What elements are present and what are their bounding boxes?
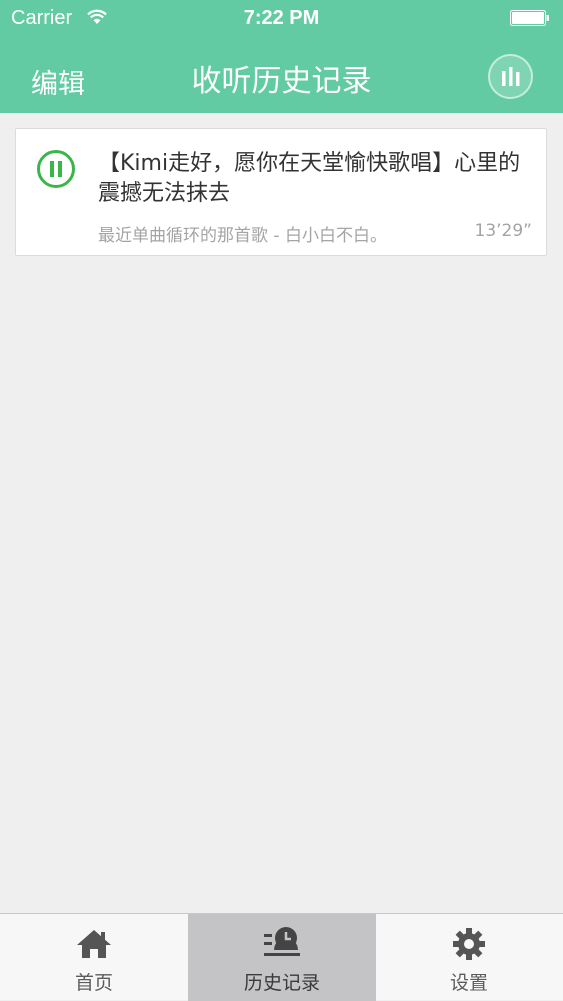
status-bar: Carrier 7:22 PM (0, 0, 563, 40)
header: Carrier 7:22 PM 编辑 收听历史记录 (0, 0, 563, 113)
tab-home[interactable]: 首页 (0, 914, 188, 1001)
tab-settings[interactable]: 设置 (375, 914, 563, 1001)
home-icon (77, 930, 111, 958)
track-album: 最近单曲循环的那首歌 - 白小白不白。 (98, 226, 387, 246)
history-icon (264, 927, 300, 956)
track-duration: 13’29” (474, 221, 532, 241)
gear-icon (453, 928, 485, 960)
tab-label: 设置 (449, 972, 488, 994)
tab-label: 首页 (74, 972, 113, 994)
history-item[interactable]: 【Kimi走好，愿你在天堂愉快歌唱】心里的震撼无法抹去 最近单曲循环的那首歌 -… (15, 128, 547, 256)
battery-icon (510, 10, 549, 26)
tab-history[interactable]: 历史记录 (188, 914, 376, 1001)
track-title: 【Kimi走好，愿你在天堂愉快歌唱】心里的震撼无法抹去 (98, 151, 521, 206)
pause-icon[interactable] (36, 149, 76, 189)
tab-bar: 首页 历史记录 设置 (0, 913, 563, 1001)
tab-label: 历史记录 (243, 972, 320, 994)
navigation-bar: 编辑 收听历史记录 (0, 40, 563, 113)
now-playing-button[interactable] (488, 54, 533, 99)
clock: 7:22 PM (243, 7, 320, 29)
page-title: 收听历史记录 (191, 64, 372, 99)
history-list: 【Kimi走好，愿你在天堂愉快歌唱】心里的震撼无法抹去 最近单曲循环的那首歌 -… (0, 113, 563, 913)
equalizer-icon (502, 67, 520, 86)
